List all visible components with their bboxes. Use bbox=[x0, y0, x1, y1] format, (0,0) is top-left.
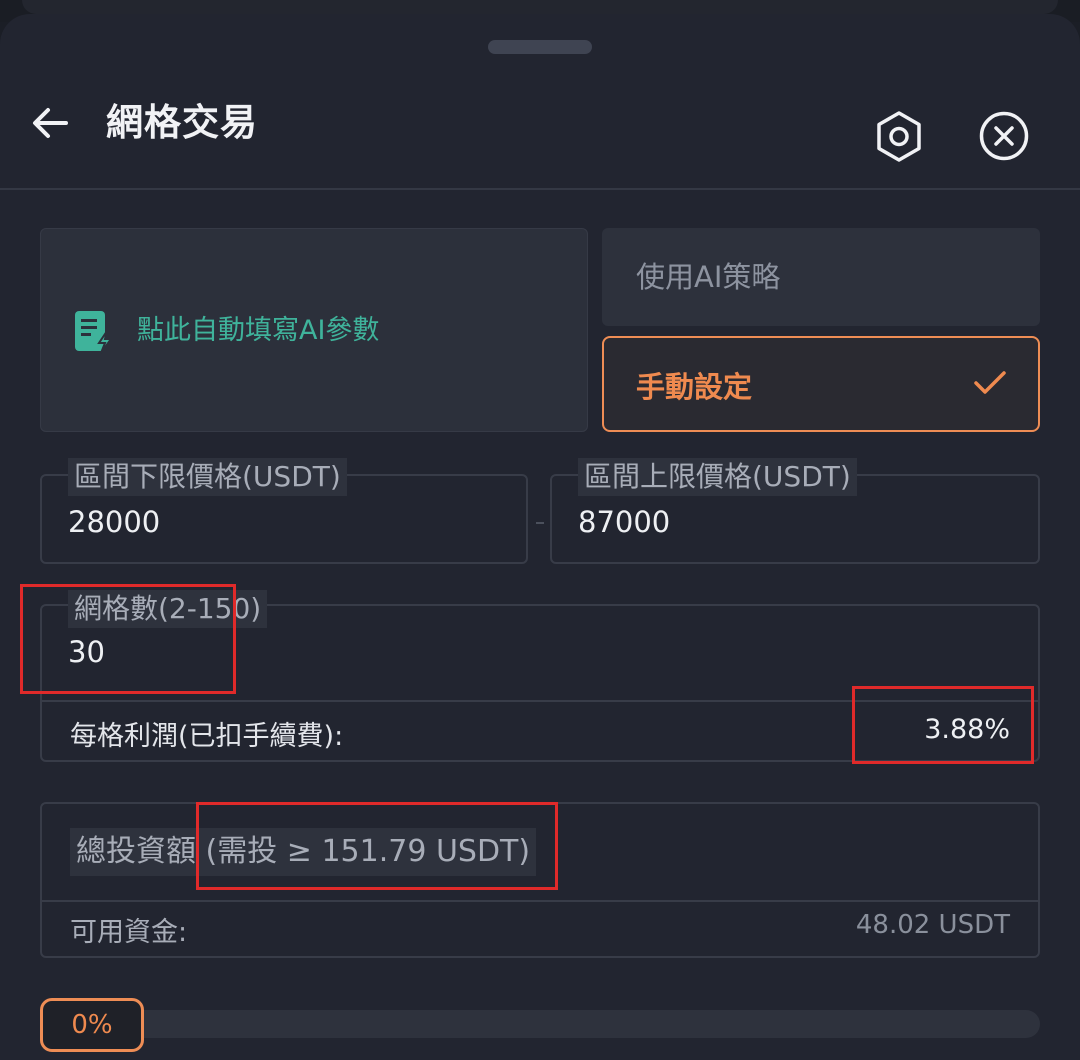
annotation-box-profit bbox=[852, 686, 1034, 764]
available-funds-label: 可用資金: bbox=[70, 917, 188, 948]
available-funds-value: 48.02 USDT bbox=[855, 910, 1010, 940]
profit-per-grid-label: 每格利潤(已扣手續費): bbox=[70, 721, 344, 752]
annotation-box-investment bbox=[196, 802, 558, 890]
close-circle-icon bbox=[979, 111, 1029, 161]
settings-button[interactable] bbox=[876, 110, 922, 164]
option-manual-label: 手動設定 bbox=[636, 370, 753, 404]
lower-price-label: 區間下限價格(USDT) bbox=[68, 458, 347, 496]
ai-document-icon bbox=[75, 311, 113, 354]
sheet-drag-handle[interactable] bbox=[488, 40, 592, 54]
header-divider bbox=[0, 188, 1080, 190]
settings-hexagon-icon bbox=[877, 111, 921, 162]
upper-price-label: 區間上限價格(USDT) bbox=[578, 458, 857, 496]
ai-autofill-text: 點此自動填寫AI參數 bbox=[137, 315, 380, 346]
page-title: 網格交易 bbox=[106, 101, 258, 144]
back-arrow-icon bbox=[33, 108, 68, 138]
checkmark-icon bbox=[974, 371, 1006, 394]
close-button[interactable] bbox=[978, 110, 1030, 162]
annotation-box-grid-count bbox=[20, 584, 236, 694]
option-manual-setting[interactable]: 手動設定 bbox=[602, 336, 1040, 432]
investment-slider-handle[interactable]: 0% bbox=[40, 998, 144, 1052]
ai-autofill-button[interactable]: 點此自動填寫AI參數 bbox=[40, 228, 588, 432]
upper-price-value: 87000 bbox=[578, 505, 671, 539]
bottom-sheet: 網格交易 點此自動填寫AI參數 使用AI策略 手動設定 28000 區間下限價格… bbox=[0, 14, 1080, 1060]
lower-price-value: 28000 bbox=[68, 505, 161, 539]
range-separator bbox=[536, 522, 544, 524]
option-ai-label: 使用AI策略 bbox=[636, 260, 781, 294]
background-card-edge bbox=[22, 0, 1058, 14]
back-button[interactable] bbox=[30, 102, 72, 144]
investment-divider bbox=[42, 900, 1038, 902]
option-use-ai-strategy[interactable]: 使用AI策略 bbox=[602, 228, 1040, 326]
investment-slider-track[interactable] bbox=[100, 1010, 1040, 1038]
